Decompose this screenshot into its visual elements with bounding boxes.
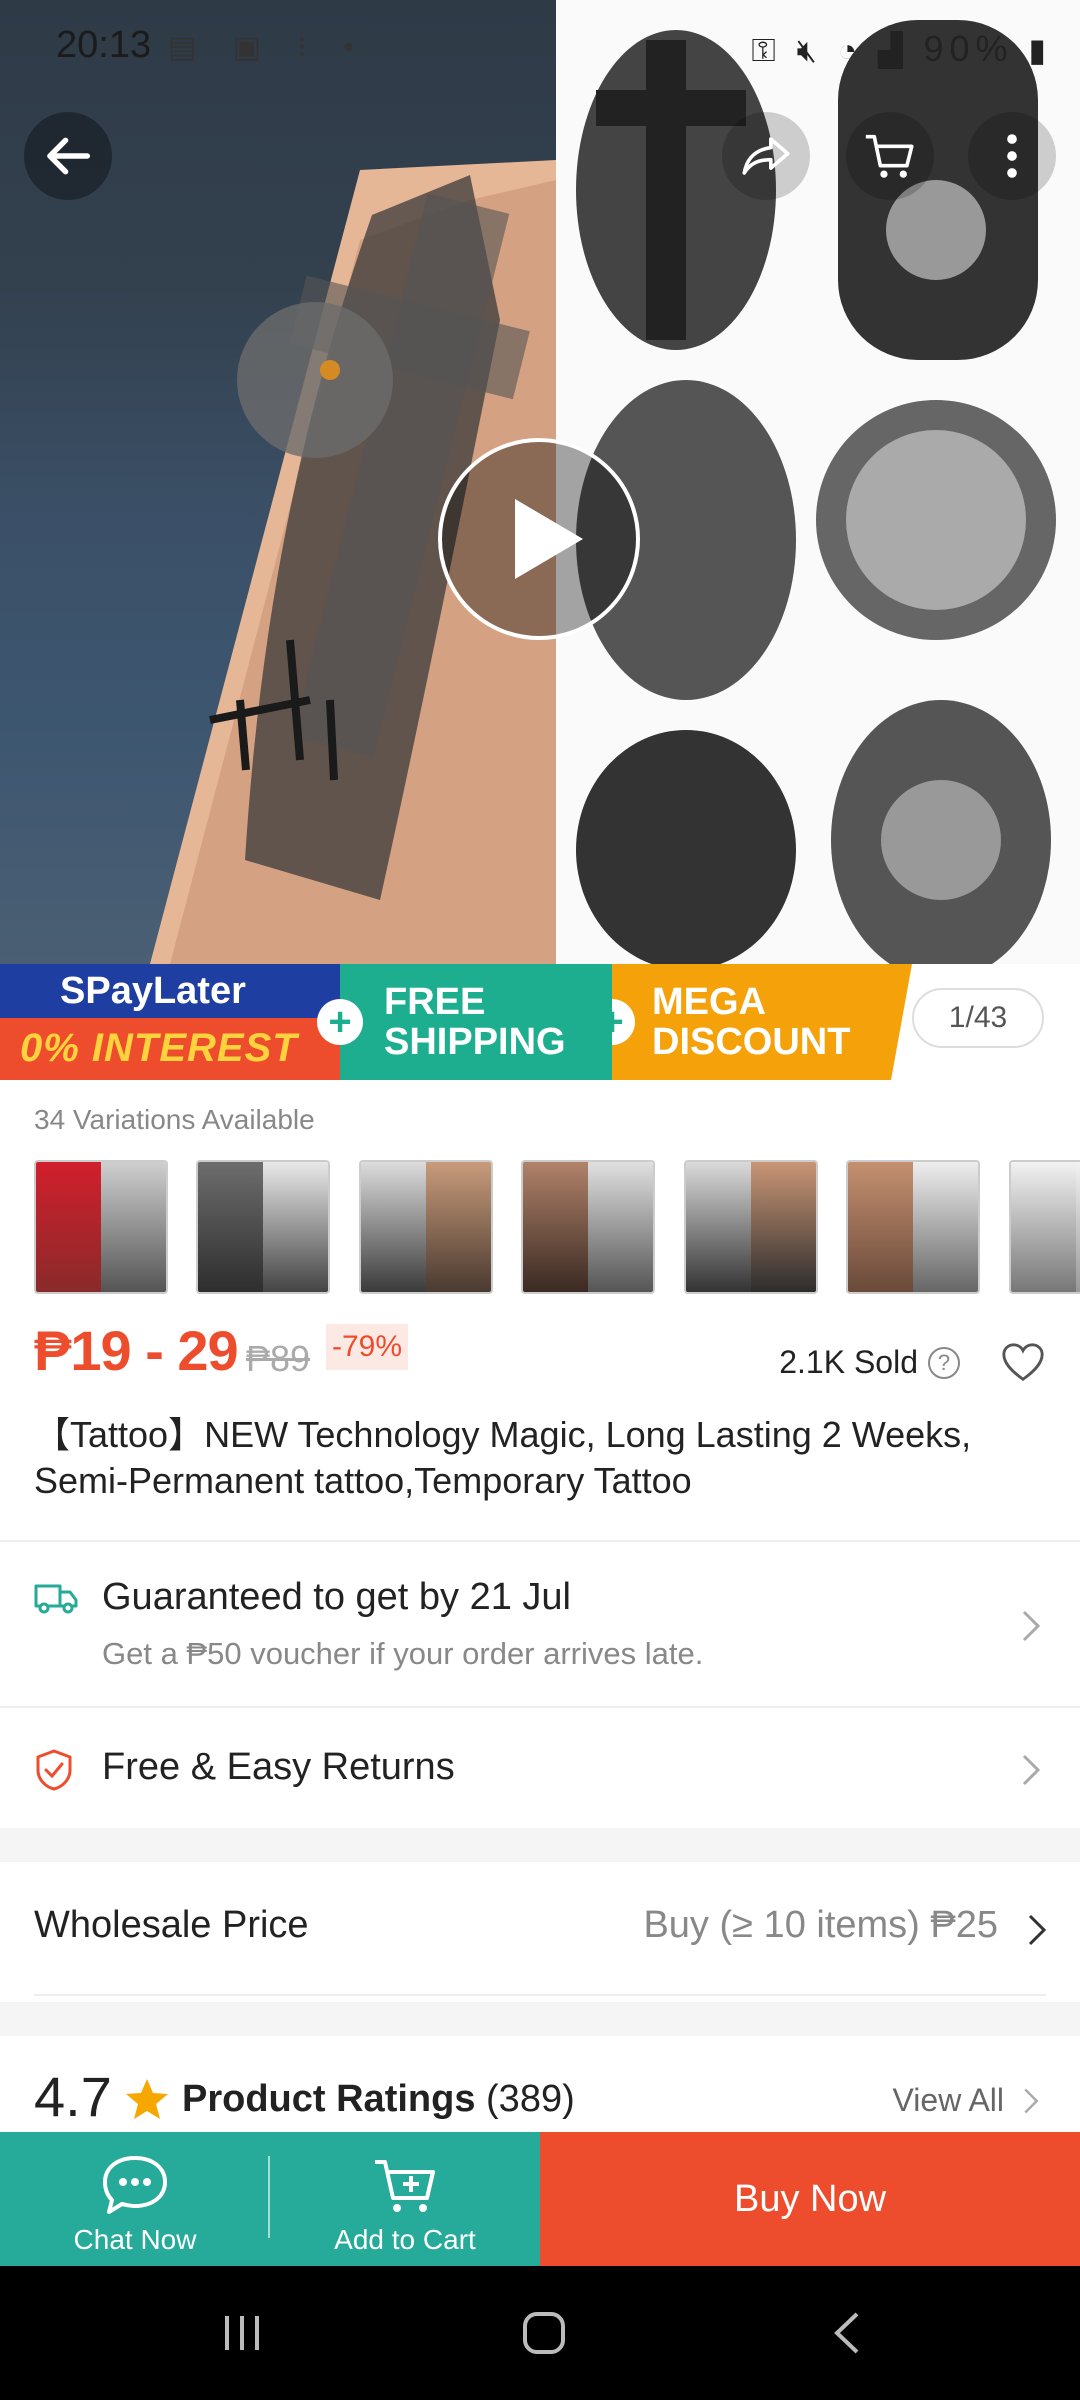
buy-now-button[interactable]: Buy Now	[540, 2132, 1080, 2266]
wholesale-value: Buy (≥ 10 items) ₱25	[643, 1904, 998, 1946]
section-gap	[0, 2002, 1080, 2036]
mega-discount-promo: + MEGA DISCOUNT	[612, 964, 912, 1080]
spaylater-title: SPayLater	[0, 964, 340, 1018]
wifi-icon: ◔	[837, 32, 864, 68]
share-icon	[742, 137, 790, 175]
home-icon	[523, 2312, 565, 2354]
mega-discount-line1: MEGA	[652, 981, 766, 1023]
original-price: ₱89	[246, 1338, 311, 1379]
free-shipping-line1: FREE	[384, 981, 486, 1023]
back-nav-button[interactable]	[808, 2296, 888, 2370]
rating-score: 4.7	[34, 2065, 112, 2128]
action-separator	[268, 2156, 270, 2238]
chevron-left-icon	[834, 2312, 859, 2354]
variation-thumbnail[interactable]	[683, 1160, 818, 1294]
share-button[interactable]	[722, 112, 810, 200]
battery-level: 90%	[923, 28, 1014, 69]
variation-thumbnail[interactable]	[521, 1160, 656, 1294]
price-row: ₱19 - 29 ₱89 -79% 2.1K Sold ?	[34, 1318, 1046, 1388]
battery-icon: ▮	[1028, 32, 1052, 68]
heart-icon[interactable]	[1000, 1340, 1046, 1384]
divider	[34, 1994, 1046, 1996]
recent-apps-icon	[225, 2316, 259, 2350]
truck-icon	[34, 1584, 78, 1614]
status-time: 20:13	[56, 24, 152, 66]
chat-now-button[interactable]: Chat Now	[0, 2132, 270, 2266]
play-video-button[interactable]	[438, 438, 640, 640]
chevron-right-icon	[1028, 1914, 1047, 1946]
cart-button[interactable]	[846, 112, 934, 200]
plus-icon: +	[317, 999, 363, 1045]
back-button[interactable]	[24, 112, 112, 200]
play-icon	[515, 499, 583, 579]
divider	[0, 1540, 1080, 1542]
variation-thumbnail[interactable]	[196, 1160, 331, 1294]
sold-count-text: 2.1K Sold	[779, 1344, 918, 1380]
variation-thumbnail[interactable]	[1008, 1160, 1080, 1294]
chevron-right-icon	[1022, 1610, 1041, 1642]
chat-icon	[103, 2156, 167, 2214]
notification-icons: ▤ ▣ ⁝ •	[168, 31, 368, 64]
price-range: ₱19 - 29	[34, 1319, 239, 1382]
more-vertical-icon	[1007, 134, 1017, 178]
chevron-right-icon	[1024, 2088, 1039, 2114]
chevron-right-icon	[1022, 1754, 1041, 1786]
bottom-action-bar: Chat Now Add to Cart Buy Now	[0, 2132, 1080, 2266]
ratings-label: Product Ratings (389)	[182, 2078, 575, 2121]
variations-count: 34 Variations Available	[34, 1104, 315, 1135]
mega-discount-line2: DISCOUNT	[652, 1021, 851, 1063]
image-counter: 1/43	[912, 988, 1044, 1048]
shipping-guarantee-title: Guaranteed to get by 21 Jul	[102, 1576, 571, 1618]
key-icon: ⚿	[751, 32, 782, 68]
sold-count: 2.1K Sold ?	[779, 1344, 960, 1381]
add-to-cart-label: Add to Cart	[334, 2224, 476, 2255]
discount-badge: -79%	[326, 1324, 409, 1370]
system-navigation-bar	[0, 2266, 1080, 2400]
signal-icon: ▟	[877, 32, 909, 68]
shield-check-icon	[36, 1749, 72, 1791]
variation-thumbnail[interactable]	[358, 1160, 493, 1294]
ratings-label-text: Product Ratings	[182, 2078, 476, 2120]
cart-plus-icon	[375, 2160, 435, 2212]
add-to-cart-button[interactable]: Add to Cart	[270, 2132, 540, 2266]
free-shipping-line2: SHIPPING	[384, 1021, 566, 1063]
shipping-voucher-note: Get a ₱50 voucher if your order arrives …	[102, 1636, 704, 1671]
section-gap	[0, 1828, 1080, 1862]
free-shipping-promo: + FREE SHIPPING	[317, 964, 612, 1080]
promo-banner[interactable]: SPayLater 0% INTEREST + FREE SHIPPING + …	[0, 964, 912, 1080]
status-bar: 20:13 ▤ ▣ ⁝ • ⚿ 🔇︎ ◔ ▟ 90% ▮	[0, 0, 1080, 100]
spaylater-interest: 0% INTEREST	[0, 1018, 340, 1080]
variation-thumbnail[interactable]	[34, 1160, 168, 1294]
product-title: 【Tattoo】NEW Technology Magic, Long Lasti…	[34, 1414, 972, 1501]
returns-title: Free & Easy Returns	[102, 1746, 455, 1788]
arrow-left-icon	[47, 137, 91, 175]
home-button[interactable]	[504, 2296, 584, 2370]
product-media-gallery[interactable]: 20:13 ▤ ▣ ⁝ • ⚿ 🔇︎ ◔ ▟ 90% ▮	[0, 0, 1080, 964]
divider	[0, 1706, 1080, 1708]
variation-thumbnails[interactable]	[34, 1160, 1080, 1296]
cart-icon	[865, 134, 914, 178]
mute-icon: 🔇︎	[796, 32, 823, 68]
variation-thumbnail[interactable]	[846, 1160, 981, 1294]
help-icon[interactable]: ?	[928, 1346, 960, 1379]
star-icon	[126, 2079, 168, 2119]
wholesale-label: Wholesale Price	[34, 1904, 309, 1946]
recent-apps-button[interactable]	[202, 2296, 282, 2370]
view-all-ratings-link[interactable]: View All	[893, 2082, 1004, 2119]
chat-now-label: Chat Now	[73, 2224, 197, 2255]
spaylater-promo: SPayLater 0% INTEREST	[0, 964, 340, 1080]
ratings-count: (389)	[486, 2078, 575, 2120]
system-status-icons: ⚿ 🔇︎ ◔ ▟ 90% ▮	[751, 28, 1052, 70]
more-options-button[interactable]	[968, 112, 1056, 200]
